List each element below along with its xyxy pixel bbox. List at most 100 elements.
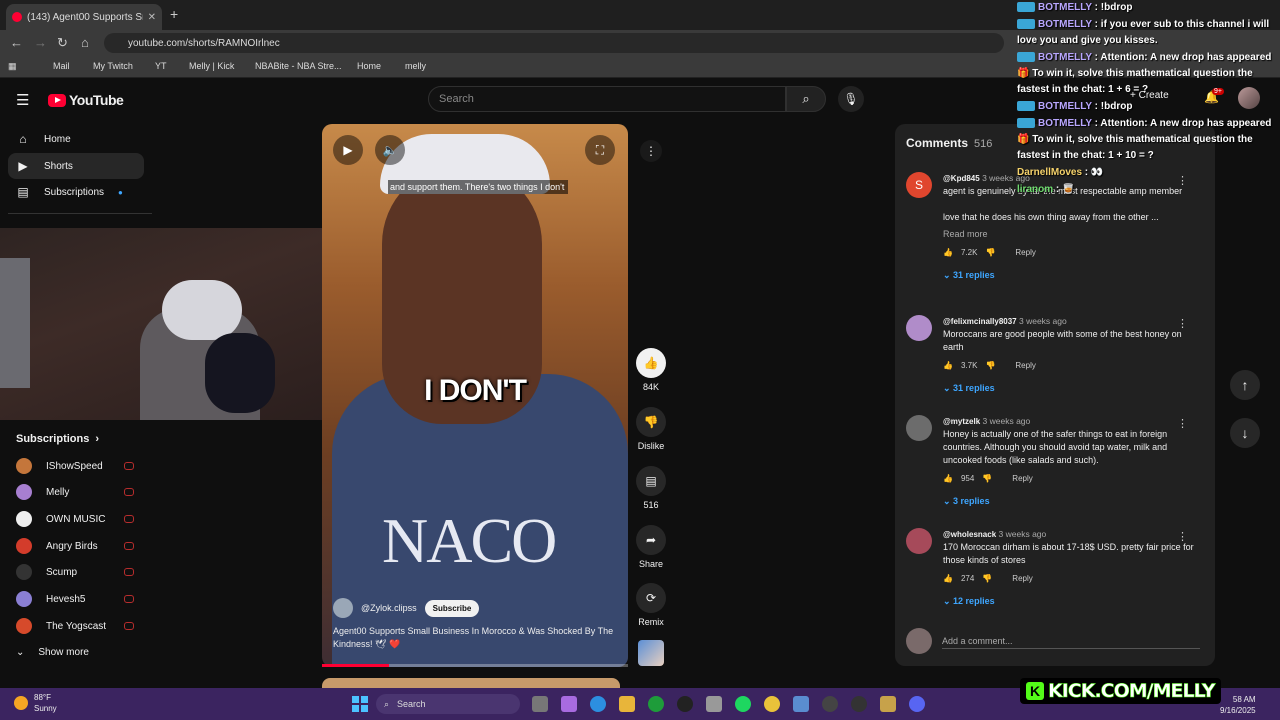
dislike-button[interactable]: 👎 Dislike (636, 407, 666, 451)
read-more-link[interactable]: Read more (943, 228, 1196, 241)
voice-search-button[interactable]: 🎙 (838, 86, 864, 112)
view-replies-button[interactable]: ⌄ 3 replies (943, 495, 1196, 508)
reply-button[interactable]: Reply (1012, 472, 1032, 485)
comment-author[interactable]: @felixmcinally8037 (943, 317, 1017, 326)
avatar[interactable] (906, 415, 932, 441)
file-explorer-icon[interactable] (619, 696, 635, 712)
discord-icon[interactable] (909, 696, 925, 712)
apps-grid-icon[interactable]: ▦ (8, 61, 17, 72)
comment-author[interactable]: @Kpd845 (943, 174, 980, 183)
reply-button[interactable]: Reply (1015, 246, 1035, 259)
youtube-logo[interactable]: YouTube (48, 92, 124, 108)
search-input[interactable]: Search (428, 86, 786, 112)
thumbs-up-icon[interactable]: 👍 (943, 359, 953, 372)
taskbar-search[interactable]: ⌕ Search (376, 694, 520, 714)
volume-button[interactable]: 🔈 (375, 135, 405, 165)
sidebar-sub-own-music[interactable]: OWN MUSIC (16, 509, 146, 529)
new-tab-icon[interactable]: + (170, 6, 178, 22)
avatar[interactable] (906, 315, 932, 341)
sidebar-sub-scump[interactable]: Scump (16, 562, 146, 582)
avatar[interactable] (906, 528, 932, 554)
sidebar-item-home[interactable]: ⌂ Home (8, 126, 144, 152)
subscribe-button[interactable]: Subscribe (424, 599, 480, 617)
weather-widget[interactable]: 88°F Sunny (14, 692, 57, 714)
media-player-icon[interactable] (822, 696, 838, 712)
like-button[interactable]: 👍 84K (636, 348, 666, 392)
edge-icon[interactable] (590, 696, 606, 712)
github-icon[interactable] (677, 696, 693, 712)
more-options-icon[interactable]: ⋮ (640, 140, 662, 162)
view-replies-button[interactable]: ⌄ 12 replies (943, 595, 1196, 608)
task-view-icon[interactable] (532, 696, 548, 712)
back-icon[interactable]: ← (10, 35, 23, 50)
sidebar-sub-ishowspeed[interactable]: IShowSpeed (16, 456, 146, 476)
channel-name[interactable]: @Zylok.clipss (361, 603, 417, 613)
thumbs-up-icon[interactable]: 👍 (943, 572, 953, 585)
sidebar-item-subscriptions[interactable]: ▤ Subscriptions ● (8, 179, 144, 205)
reply-button[interactable]: Reply (1012, 572, 1032, 585)
bookmark-my-twitch[interactable]: My Twitch (80, 61, 133, 71)
comment-author[interactable]: @wholesnack (943, 530, 996, 539)
menu-icon[interactable]: ☰ (16, 91, 29, 109)
remix-button[interactable]: ⟳ Remix (636, 583, 666, 627)
thumbs-up-icon[interactable]: 👍 (943, 246, 953, 259)
start-button[interactable] (352, 696, 368, 712)
comments-button[interactable]: ▤ 516 (636, 466, 666, 510)
forward-icon[interactable]: → (34, 35, 47, 50)
play-button[interactable]: ▶ (333, 135, 363, 165)
spotify-icon[interactable] (735, 696, 751, 712)
video-title[interactable]: Agent00 Supports Small Business In Moroc… (333, 625, 623, 651)
tab-close-icon[interactable]: ✕ (148, 12, 156, 23)
address-bar[interactable]: youtube.com/shorts/RAMNOIrlnec (104, 33, 1004, 53)
comment-author[interactable]: @mytzelk (943, 417, 980, 426)
video-progress-bar[interactable] (322, 664, 628, 667)
app-icon[interactable] (880, 696, 896, 712)
view-replies-button[interactable]: ⌄ 31 replies (943, 382, 1196, 395)
reply-button[interactable]: Reply (1015, 359, 1035, 372)
bookmark-melly[interactable]: melly (392, 61, 426, 71)
chrome-icon[interactable] (764, 696, 780, 712)
taskbar-clock[interactable]: 58 AM 9/16/2025 (1220, 694, 1256, 716)
live-icon (124, 488, 134, 496)
sound-thumbnail[interactable] (638, 640, 664, 666)
view-replies-button[interactable]: ⌄ 31 replies (943, 269, 1196, 282)
photos-icon[interactable] (793, 696, 809, 712)
home-icon[interactable]: ⌂ (81, 35, 89, 50)
copilot-icon[interactable] (561, 696, 577, 712)
store-icon[interactable] (706, 696, 722, 712)
thumbs-down-icon[interactable]: 👎 (982, 572, 992, 585)
avatar[interactable]: S (906, 172, 932, 198)
thumbs-down-icon[interactable]: 👎 (985, 359, 995, 372)
avatar[interactable] (333, 598, 353, 618)
sidebar-item-shorts[interactable]: ▶ Shorts (8, 153, 144, 179)
thumbs-up-icon[interactable]: 👍 (943, 472, 953, 485)
subscriptions-heading[interactable]: Subscriptions › (16, 433, 99, 445)
add-comment-field[interactable]: Add a comment... (906, 628, 1206, 654)
bookmark-melly-kick[interactable]: Melly | Kick (176, 61, 234, 71)
bookmark-mail[interactable]: Mail (40, 61, 70, 71)
bookmark-x-home[interactable]: Home (344, 61, 381, 71)
obs-icon[interactable] (851, 696, 867, 712)
thumbs-down-icon[interactable]: 👎 (985, 246, 995, 259)
next-short-button[interactable]: ↓ (1230, 418, 1260, 448)
more-options-icon[interactable]: ⋮ (1177, 530, 1188, 543)
fullscreen-icon: ⛶ (595, 143, 605, 157)
sidebar-sub-melly[interactable]: Melly (16, 482, 146, 502)
sidebar-sub-the-yogscast[interactable]: The Yogscast (16, 616, 146, 636)
bookmark-nbabite[interactable]: NBABite - NBA Stre... (242, 61, 342, 71)
show-more-button[interactable]: ⌄ Show more (16, 642, 146, 662)
previous-short-button[interactable]: ↑ (1230, 370, 1260, 400)
thumbs-down-icon[interactable]: 👎 (982, 472, 992, 485)
chevron-down-icon: ⌄ (16, 646, 25, 658)
browser-tab[interactable]: (143) Agent00 Supports Small B ✕ (6, 4, 162, 30)
search-button[interactable]: ⌕ (786, 86, 826, 112)
bookmark-yt[interactable]: YT (142, 61, 167, 71)
more-options-icon[interactable]: ⋮ (1177, 317, 1188, 330)
fullscreen-button[interactable]: ⛶ (585, 135, 615, 165)
share-button[interactable]: ➦ Share (636, 525, 666, 569)
sidebar-sub-hevesh5[interactable]: Hevesh5 (16, 589, 146, 609)
reload-icon[interactable]: ↻ (57, 35, 68, 51)
more-options-icon[interactable]: ⋮ (1177, 417, 1188, 430)
xbox-icon[interactable] (648, 696, 664, 712)
sidebar-sub-angry-birds[interactable]: Angry Birds (16, 536, 146, 556)
